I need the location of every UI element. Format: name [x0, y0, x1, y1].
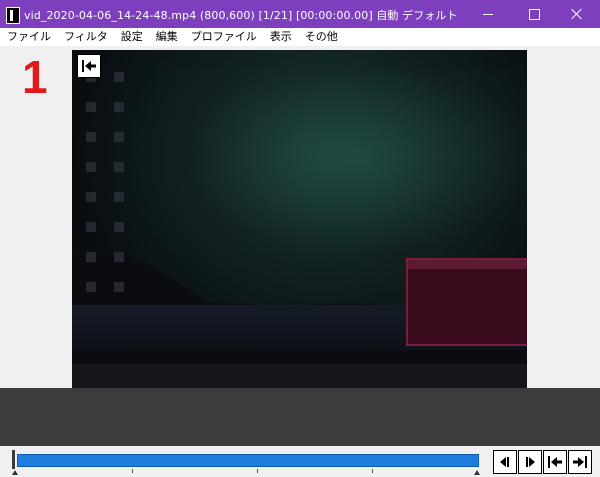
app-icon[interactable]: [6, 7, 20, 24]
playback-controls: [0, 446, 600, 477]
close-icon: [571, 8, 583, 20]
desktop-icon: [86, 132, 96, 142]
seekbar-ticks: [12, 469, 482, 475]
minimize-button[interactable]: [465, 0, 511, 28]
seek-tick: [257, 469, 258, 473]
desktop-icon: [86, 162, 96, 172]
video-preview[interactable]: [72, 50, 527, 388]
desktop-icon: [86, 192, 96, 202]
timeline-panel: [0, 388, 600, 446]
desktop-icon: [86, 252, 96, 262]
desktop-icon: [114, 222, 124, 232]
seek-tick: [132, 469, 133, 473]
minimize-icon: [483, 13, 493, 15]
menu-edit[interactable]: 編集: [149, 28, 184, 46]
desktop-icon: [114, 252, 124, 262]
seekbar-thumb[interactable]: [12, 450, 15, 469]
frame-number-label: 1: [22, 51, 48, 103]
video-dialog-titlebar: [408, 260, 527, 269]
desktop-icon: [114, 72, 124, 82]
skip-last-icon: [573, 456, 587, 468]
desktop-icon: [86, 222, 96, 232]
desktop-icon: [114, 282, 124, 292]
seek-start-marker: [12, 470, 18, 475]
menu-file[interactable]: ファイル: [0, 28, 57, 46]
seek-end-marker: [474, 470, 480, 475]
video-dialog-window: [406, 258, 527, 346]
next-frame-button[interactable]: [518, 450, 542, 474]
desktop-icon: [86, 102, 96, 112]
menu-bar: ファイル フィルタ 設定 編集 プロファイル 表示 その他: [0, 28, 600, 46]
maximize-button[interactable]: [511, 0, 557, 28]
menu-view[interactable]: 表示: [263, 28, 298, 46]
menu-filter[interactable]: フィルタ: [57, 28, 114, 46]
next-frame-icon: [526, 457, 535, 467]
desktop-icon: [86, 282, 96, 292]
prev-frame-button[interactable]: [493, 450, 517, 474]
menu-settings[interactable]: 設定: [114, 28, 149, 46]
skip-first-button[interactable]: [543, 450, 567, 474]
video-bottom-band: [72, 364, 527, 388]
desktop-icon: [114, 132, 124, 142]
menu-profile[interactable]: プロファイル: [184, 28, 263, 46]
seekbar[interactable]: [17, 454, 479, 467]
window-title: vid_2020-04-06_14-24-48.mp4 (800,600) [1…: [24, 9, 458, 22]
title-bar: vid_2020-04-06_14-24-48.mp4 (800,600) [1…: [0, 0, 600, 28]
jump-to-start-icon[interactable]: [77, 54, 101, 78]
prev-frame-icon: [500, 457, 509, 467]
menu-other[interactable]: その他: [298, 28, 344, 46]
desktop-icon: [114, 192, 124, 202]
seek-tick: [372, 469, 373, 473]
maximize-icon: [528, 8, 540, 20]
video-sky: [112, 70, 527, 290]
skip-last-button[interactable]: [568, 450, 592, 474]
skip-first-icon: [548, 456, 562, 468]
preview-area: 1: [0, 46, 600, 388]
jump-to-start-glyph: [82, 60, 96, 72]
desktop-icon: [114, 102, 124, 112]
video-desktop-taskbar: [72, 350, 527, 364]
close-button[interactable]: [554, 0, 600, 28]
desktop-icon: [114, 162, 124, 172]
